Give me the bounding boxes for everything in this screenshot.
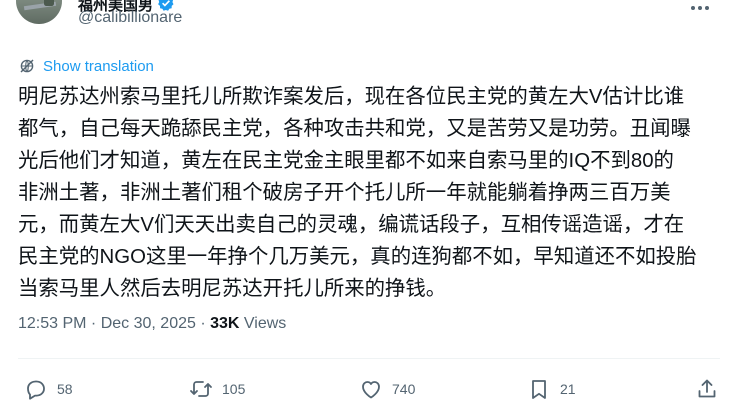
author-handle[interactable]: @calibillionare — [78, 9, 182, 27]
meta-separator: · — [195, 315, 211, 332]
tweet-text-line: 当索马里人然后去明尼苏达开托儿所来的挣钱。 — [18, 278, 447, 300]
tweet-text-line: 元，而黄左大V们天天出卖自己的灵魂，编谎话段子，互相传谣造谣，才在 — [18, 214, 685, 236]
divider — [18, 358, 720, 359]
show-translation-row[interactable]: Show translation — [18, 55, 154, 77]
tweet-text: 明尼苏达州索马里托儿所欺诈案发后，现在各位民主党的黄左大V估计比谁 都气，自己每… — [18, 81, 722, 305]
retweet-button[interactable]: 105 — [189, 376, 245, 402]
bookmark-count: 21 — [560, 381, 576, 397]
meta-separator: · — [86, 315, 101, 332]
more-icon — [691, 6, 709, 10]
bookmark-button[interactable]: 21 — [527, 376, 576, 402]
views-label: Views — [239, 315, 287, 332]
bookmark-icon — [532, 380, 546, 399]
tweet-date[interactable]: Dec 30, 2025 — [101, 315, 196, 332]
views-count: 33K — [210, 315, 240, 332]
reply-button[interactable]: 58 — [24, 376, 73, 402]
tweet-text-line: 都气，自己每天跪舔民主党，各种攻击共和党，又是苦劳又是功劳。丑闻曝 — [18, 118, 691, 140]
share-button[interactable] — [695, 376, 719, 402]
retweet-icon — [190, 381, 212, 397]
reply-count: 58 — [57, 381, 73, 397]
tweet-time[interactable]: 12:53 PM — [18, 315, 86, 332]
tweet-text-line: 非洲土著，非洲土著们租个破房子开个托儿所一年就能躺着挣两三百万美 — [18, 182, 671, 204]
tweet-metadata: 12:53 PM · Dec 30, 2025 · 33K Views — [18, 315, 286, 333]
show-translation-link[interactable]: Show translation — [43, 58, 154, 75]
tweet-text-line: 光后他们才知道，黄左在民主党金主眼里都不如来自索马里的IQ不到80的 — [18, 150, 674, 172]
avatar[interactable] — [16, 0, 62, 24]
globe-slash-icon — [20, 59, 34, 73]
avatar-tree — [44, 0, 54, 6]
retweet-count: 105 — [222, 381, 246, 397]
share-icon — [698, 379, 716, 398]
tweet-text-line: 明尼苏达州索马里托儿所欺诈案发后，现在各位民主党的黄左大V估计比谁 — [18, 86, 685, 108]
like-count: 740 — [392, 381, 416, 397]
reply-icon — [27, 380, 45, 400]
more-options-button[interactable] — [686, 0, 714, 16]
like-button[interactable]: 740 — [359, 376, 415, 402]
heart-icon — [362, 381, 380, 399]
tweet-text-line: 民主党的NGO这里一年挣个几万美元，真的连狗都不如，早知道还不如投胎 — [18, 246, 697, 268]
